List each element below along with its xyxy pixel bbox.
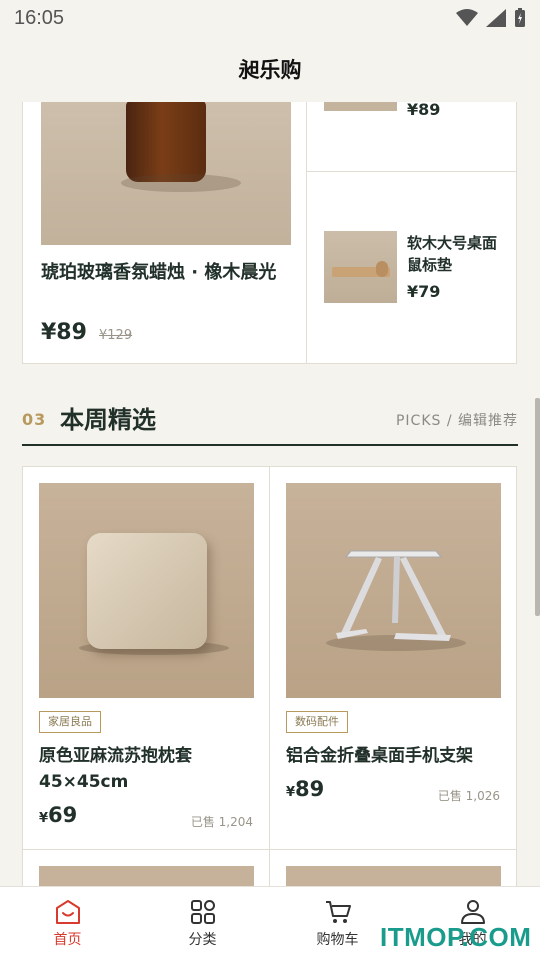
product-card-candle[interactable]: 琥珀玻璃香氛蜡烛 · 橡木晨光 ¥89 ¥129 [22, 102, 307, 364]
product-price: ¥79 [407, 282, 441, 301]
pillow-image [39, 483, 254, 698]
price-symbol: ¥ [39, 811, 49, 826]
status-icons [456, 8, 526, 28]
main-content[interactable]: 琥珀玻璃香氛蜡烛 · 橡木晨光 ¥89 ¥129 ¥89 软木大号桌面鼠标垫 ¥… [0, 102, 540, 886]
cart-icon [325, 900, 351, 923]
product-image [286, 866, 501, 886]
price-symbol: ¥ [286, 785, 296, 800]
product-name: 琥珀玻璃香氛蜡烛 · 橡木晨光 [41, 262, 277, 283]
section-header: 03 本周精选 PICKS / 编辑推荐 [22, 398, 518, 446]
section-number: 03 [22, 410, 47, 429]
user-icon [460, 899, 485, 924]
candle-image [41, 102, 291, 245]
category-tag: 数码配件 [286, 711, 348, 733]
product-card-next-left[interactable] [22, 849, 270, 886]
product-original-price: ¥129 [99, 328, 133, 343]
product-image [39, 866, 254, 886]
product-price: ¥89 [286, 777, 324, 801]
sold-count: 已售 1,026 [437, 789, 500, 803]
product-price: ¥69 [39, 803, 77, 827]
sold-count: 已售 1,204 [190, 815, 253, 829]
product-card-next-right[interactable] [269, 849, 517, 886]
watermark: ITMOP.COM [380, 922, 532, 952]
nav-cart-label: 购物车 [316, 931, 359, 948]
product-card-pillow[interactable]: 家居良品 原色亚麻流苏抱枕套 45×45cm ¥69 已售 1,204 [22, 466, 270, 850]
product-image [324, 102, 397, 111]
mat-roll-shape [376, 261, 388, 277]
product-card-mousepad[interactable]: 软木大号桌面鼠标垫 ¥79 [306, 171, 517, 364]
grid-icon [190, 899, 215, 924]
product-name: 原色亚麻流苏抱枕套 45×45cm [39, 746, 192, 792]
phone-stand-shape [326, 550, 466, 651]
app-bar: 昶乐购 [0, 36, 540, 102]
category-tag: 家居良品 [39, 711, 101, 733]
section-subtitle: PICKS / 编辑推荐 [395, 413, 518, 429]
jar-shape [126, 102, 206, 182]
product-name: 铝合金折叠桌面手机支架 [286, 746, 473, 766]
home-icon [55, 899, 80, 924]
product-card-small-top[interactable]: ¥89 [306, 102, 517, 172]
pillow-shape [87, 533, 207, 649]
nav-home-label: 首页 [53, 931, 82, 948]
status-time: 16:05 [14, 6, 65, 29]
nav-home[interactable]: 首页 [0, 887, 135, 960]
battery-icon [515, 8, 525, 27]
product-price: ¥89 [41, 320, 87, 345]
phone-stand-image [286, 483, 501, 698]
product-card-phone-stand[interactable]: 数码配件 铝合金折叠桌面手机支架 ¥89 已售 1,026 [269, 466, 517, 850]
status-bar: 16:05 [0, 0, 540, 36]
jar-shadow [121, 174, 241, 192]
scrollbar[interactable] [535, 398, 540, 616]
product-name: 软木大号桌面鼠标垫 [407, 234, 498, 274]
product-price: ¥89 [407, 102, 441, 119]
nav-category-label: 分类 [188, 931, 217, 948]
nav-category[interactable]: 分类 [135, 887, 270, 960]
app-title: 昶乐购 [238, 58, 302, 82]
price-value: 69 [48, 803, 78, 827]
section-title: 本周精选 [60, 406, 156, 434]
mousepad-image [324, 231, 397, 303]
signal-icon [486, 9, 506, 27]
price-value: 89 [295, 777, 325, 801]
wifi-icon [456, 9, 478, 26]
